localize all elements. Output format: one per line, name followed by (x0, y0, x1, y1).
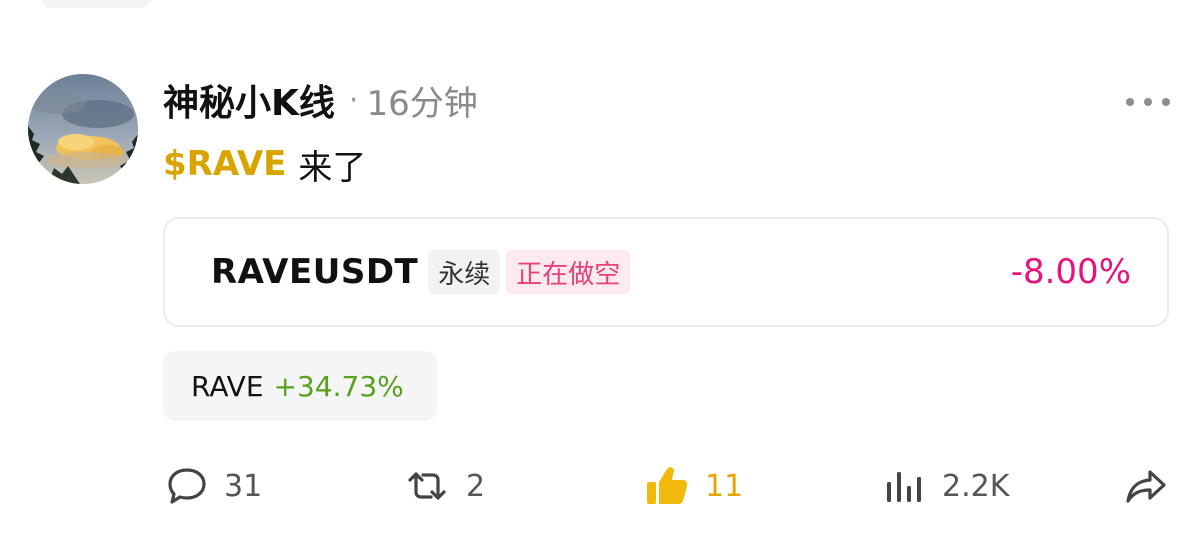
action-bar: 31 2 11 2.2K (0, 460, 1199, 512)
more-horizontal-icon (1126, 98, 1134, 106)
repost-icon (408, 472, 446, 500)
bar-chart-icon (887, 472, 921, 502)
comment-icon (168, 468, 206, 504)
repost-button[interactable]: 2 (404, 460, 485, 512)
views-count: 2.2K (942, 468, 1010, 504)
post-content: $RAVE 来了 (163, 138, 366, 190)
views-button[interactable]: 2.2K (884, 460, 1009, 512)
share-button[interactable] (1124, 460, 1168, 512)
post-time: 16分钟 (366, 83, 478, 124)
share-icon (1126, 470, 1166, 503)
trade-pnl-change: -8.00% (1010, 252, 1131, 292)
author-name[interactable]: 神秘小K线 (163, 74, 335, 126)
thumbs-up-icon (647, 467, 688, 504)
position-status-badge: 正在做空 (506, 250, 631, 294)
post-header: 神秘小K线 · 16分钟 (163, 74, 478, 126)
comment-button[interactable]: 31 (166, 460, 262, 512)
cashtag-link[interactable]: $RAVE (163, 144, 286, 184)
more-options-button[interactable] (1126, 92, 1170, 112)
avatar[interactable] (28, 74, 138, 184)
previous-post-edge (42, 0, 152, 8)
contract-type-badge: 永续 (428, 250, 501, 294)
avatar-image (28, 74, 138, 184)
like-button[interactable]: 11 (645, 460, 743, 512)
post-body-text: 来了 (298, 147, 367, 188)
repost-count: 2 (466, 468, 486, 504)
post-card: 神秘小K线 · 16分钟 $RAVE 来了 RAVEUSDT 永续 正在做空 -… (0, 0, 1199, 541)
trade-position-card[interactable]: RAVEUSDT 永续 正在做空 -8.00% (163, 217, 1169, 327)
price-chip[interactable]: RAVE +34.73% (163, 351, 437, 421)
like-count: 11 (705, 468, 744, 504)
header-separator: · (348, 82, 359, 118)
more-horizontal-icon-dot (1162, 98, 1170, 106)
trade-symbol: RAVEUSDT (211, 252, 419, 292)
comment-count: 31 (224, 468, 263, 504)
chip-change: +34.73% (273, 369, 404, 403)
more-horizontal-icon-dot (1144, 98, 1152, 106)
chip-symbol: RAVE (191, 369, 264, 403)
